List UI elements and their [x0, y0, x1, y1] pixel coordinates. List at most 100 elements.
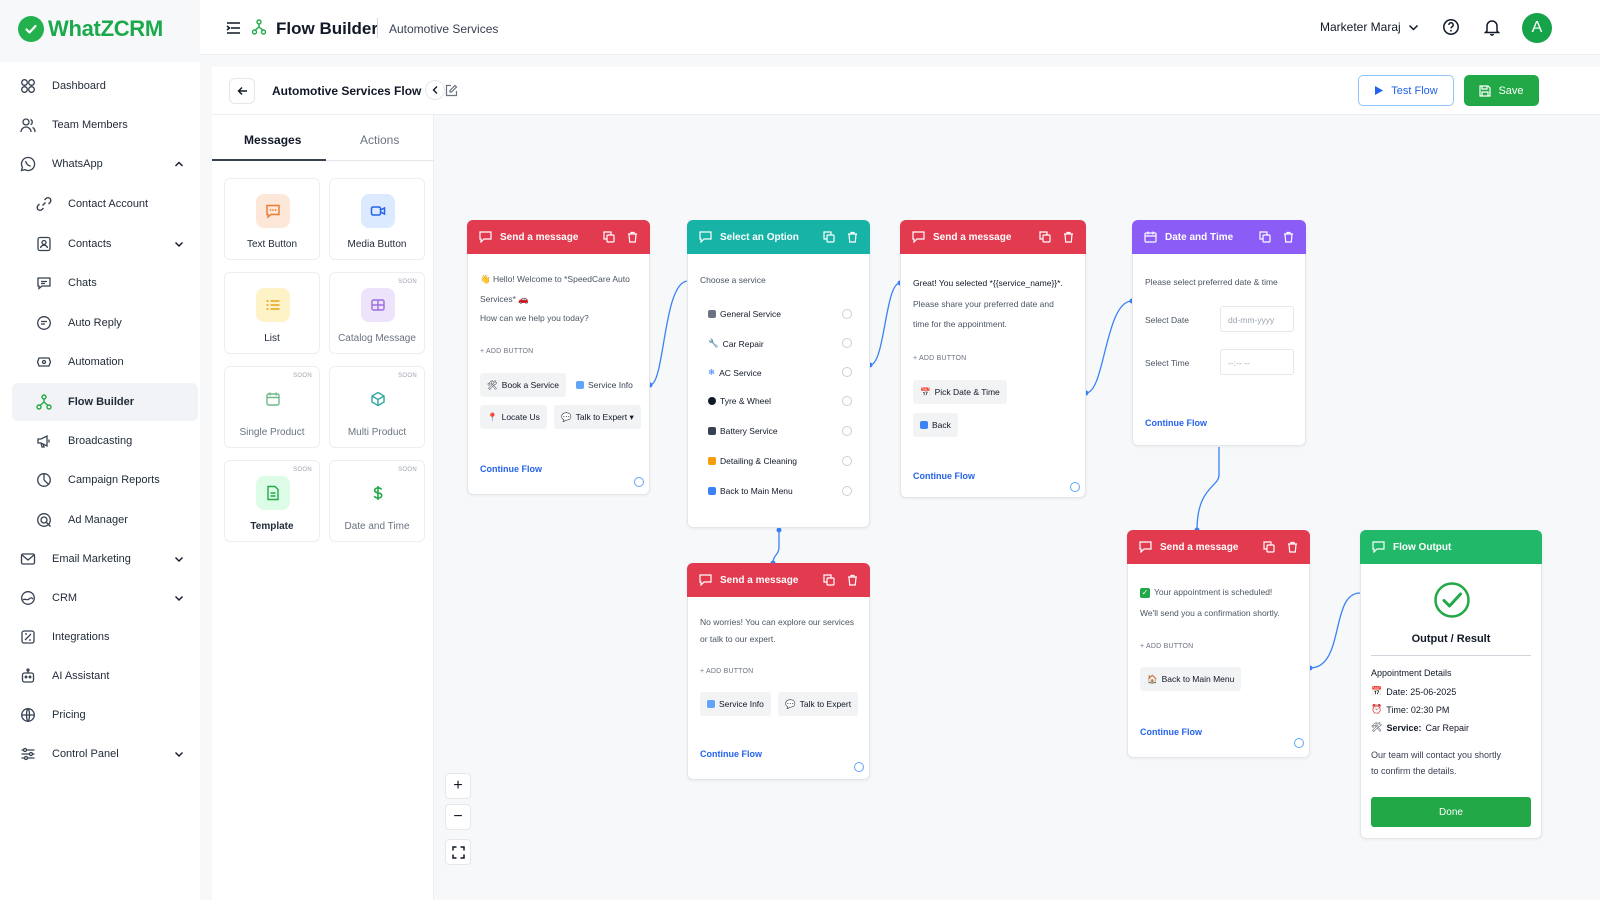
palette-tile-multi-product[interactable]: SOON Multi Product: [329, 366, 425, 448]
node-date-and-time[interactable]: Date and Time Please select preferred da…: [1132, 220, 1306, 446]
user-name[interactable]: Marketer Maraj: [1320, 20, 1401, 34]
add-button-link[interactable]: + ADD BUTTON: [1140, 643, 1193, 650]
done-button[interactable]: Done: [1371, 797, 1531, 827]
help-icon[interactable]: [1442, 18, 1460, 36]
sidebar-item-broadcasting[interactable]: Broadcasting: [12, 422, 198, 460]
tab-actions[interactable]: Actions: [360, 133, 399, 147]
chevron-down-icon[interactable]: [174, 749, 184, 759]
choice-button-service-info[interactable]: Service Info: [569, 373, 640, 397]
trash-icon[interactable]: [1287, 541, 1298, 553]
radio-button[interactable]: [842, 456, 852, 466]
sidebar-item-flow-builder[interactable]: Flow Builder: [12, 383, 198, 421]
option-tyre-wheel[interactable]: Tyre & Wheel: [708, 396, 771, 406]
chevron-up-icon[interactable]: [174, 159, 184, 169]
sidebar-item-ai-assistant[interactable]: AI Assistant: [12, 657, 198, 695]
option-car-repair[interactable]: 🔧 Car Repair: [708, 338, 764, 349]
handle-icon[interactable]: [1070, 482, 1080, 492]
palette-tile-date-and-time[interactable]: SOON Date and Time: [329, 460, 425, 542]
sidebar-item-whatsapp[interactable]: WhatsApp: [12, 145, 198, 183]
node-header[interactable]: Flow Output: [1360, 530, 1542, 564]
continue-flow-link[interactable]: Continue Flow: [1140, 727, 1202, 737]
avatar[interactable]: A: [1522, 13, 1552, 43]
test-flow-button[interactable]: Test Flow: [1358, 75, 1454, 106]
sidebar-item-team-members[interactable]: Team Members: [12, 106, 198, 144]
continue-flow-link[interactable]: Continue Flow: [480, 464, 542, 474]
option-ac-service[interactable]: ❄ AC Service: [708, 367, 762, 378]
back-button[interactable]: [229, 78, 255, 104]
palette-tile-template[interactable]: SOON Template: [224, 460, 320, 542]
choice-button-back-to-main-menu[interactable]: 🏠 Back to Main Menu: [1140, 667, 1242, 691]
chevron-down-icon[interactable]: [174, 554, 184, 564]
radio-button[interactable]: [842, 309, 852, 319]
choice-button-pick-date-time[interactable]: 📅 Pick Date & Time: [913, 380, 1007, 404]
node-service-selected-message[interactable]: Send a message Great! You selected *{{se…: [900, 220, 1086, 498]
node-select-option[interactable]: Select an Option Choose a service Genera…: [687, 220, 870, 528]
copy-icon[interactable]: [1039, 231, 1051, 243]
menu-toggle-icon[interactable]: [226, 21, 241, 35]
radio-button[interactable]: [842, 367, 852, 377]
save-button[interactable]: Save: [1464, 75, 1539, 106]
handle-icon[interactable]: [854, 762, 864, 772]
trash-icon[interactable]: [847, 231, 858, 243]
continue-flow-link[interactable]: Continue Flow: [1145, 418, 1207, 428]
trash-icon[interactable]: [627, 231, 638, 243]
node-no-worries-message[interactable]: Send a message No worries! You can explo…: [687, 563, 870, 780]
option-back-to-main-menu[interactable]: Back to Main Menu: [708, 486, 793, 496]
sidebar-item-email-marketing[interactable]: Email Marketing: [12, 540, 198, 578]
choice-button-locate-us[interactable]: 📍 Locate Us: [480, 405, 547, 429]
handle-icon[interactable]: [1294, 738, 1304, 748]
copy-icon[interactable]: [1263, 541, 1275, 553]
time-input[interactable]: --:-- --: [1220, 349, 1294, 375]
sidebar-item-crm[interactable]: CRM: [12, 579, 198, 617]
node-header[interactable]: Send a message: [1127, 530, 1310, 564]
tab-messages[interactable]: Messages: [244, 133, 301, 147]
add-button-link[interactable]: + ADD BUTTON: [700, 668, 753, 675]
node-header[interactable]: Send a message: [467, 220, 650, 254]
sidebar-item-pricing[interactable]: Pricing: [12, 696, 198, 734]
sidebar-item-automation[interactable]: Automation: [12, 343, 198, 381]
sidebar-item-ad-manager[interactable]: Ad Manager: [12, 501, 198, 539]
node-header[interactable]: Select an Option: [687, 220, 870, 254]
add-button-link[interactable]: + ADD BUTTON: [913, 355, 966, 362]
node-header[interactable]: Send a message: [900, 220, 1086, 254]
sidebar-item-campaign-reports[interactable]: Campaign Reports: [12, 461, 198, 499]
trash-icon[interactable]: [1063, 231, 1074, 243]
copy-icon[interactable]: [603, 231, 615, 243]
chevron-down-icon[interactable]: [1408, 23, 1419, 32]
copy-icon[interactable]: [823, 574, 835, 586]
choice-button-talk-to-expert[interactable]: 💬 Talk to Expert: [778, 692, 859, 716]
add-button-link[interactable]: + ADD BUTTON: [480, 348, 533, 355]
palette-tile-text-button[interactable]: Text Button: [224, 178, 320, 260]
date-input[interactable]: dd-mm-yyyy: [1220, 306, 1294, 332]
zoom-in-button[interactable]: +: [445, 773, 471, 799]
choice-button-book-service[interactable]: 🛠 Book a Service: [480, 373, 566, 397]
palette-tile-media-button[interactable]: Media Button: [329, 178, 425, 260]
radio-button[interactable]: [842, 338, 852, 348]
zoom-out-button[interactable]: −: [445, 804, 471, 830]
palette-tile-catalog-message[interactable]: SOON Catalog Message: [329, 272, 425, 354]
handle-icon[interactable]: [634, 477, 644, 487]
palette-tile-single-product[interactable]: SOON Single Product: [224, 366, 320, 448]
option-battery-service[interactable]: Battery Service: [708, 426, 778, 436]
chevron-down-icon[interactable]: [174, 593, 184, 603]
continue-flow-link[interactable]: Continue Flow: [913, 471, 975, 481]
node-header[interactable]: Send a message: [687, 563, 870, 597]
copy-icon[interactable]: [823, 231, 835, 243]
flow-canvas[interactable]: Send a message 👋 Hello! Welcome to *Spee…: [435, 115, 1600, 900]
choice-button-talk-to-expert[interactable]: 💬 Talk to Expert ▾: [554, 405, 641, 429]
bell-icon[interactable]: [1483, 18, 1501, 36]
sidebar-item-control-panel[interactable]: Control Panel: [12, 735, 198, 773]
sidebar-item-contacts[interactable]: Contacts: [12, 225, 198, 263]
edit-icon[interactable]: [445, 84, 458, 97]
sidebar-item-auto-reply[interactable]: Auto Reply: [12, 304, 198, 342]
copy-icon[interactable]: [1259, 231, 1271, 243]
app-logo[interactable]: WhatZCRM: [18, 16, 163, 42]
continue-flow-link[interactable]: Continue Flow: [700, 749, 762, 759]
node-welcome-message[interactable]: Send a message 👋 Hello! Welcome to *Spee…: [467, 220, 650, 495]
collapse-panel-button[interactable]: [425, 80, 445, 100]
trash-icon[interactable]: [847, 574, 858, 586]
node-appointment-scheduled-message[interactable]: Send a message ✓ Your appointment is sch…: [1127, 530, 1310, 758]
radio-button[interactable]: [842, 486, 852, 496]
sidebar-item-integrations[interactable]: Integrations: [12, 618, 198, 656]
trash-icon[interactable]: [1283, 231, 1294, 243]
